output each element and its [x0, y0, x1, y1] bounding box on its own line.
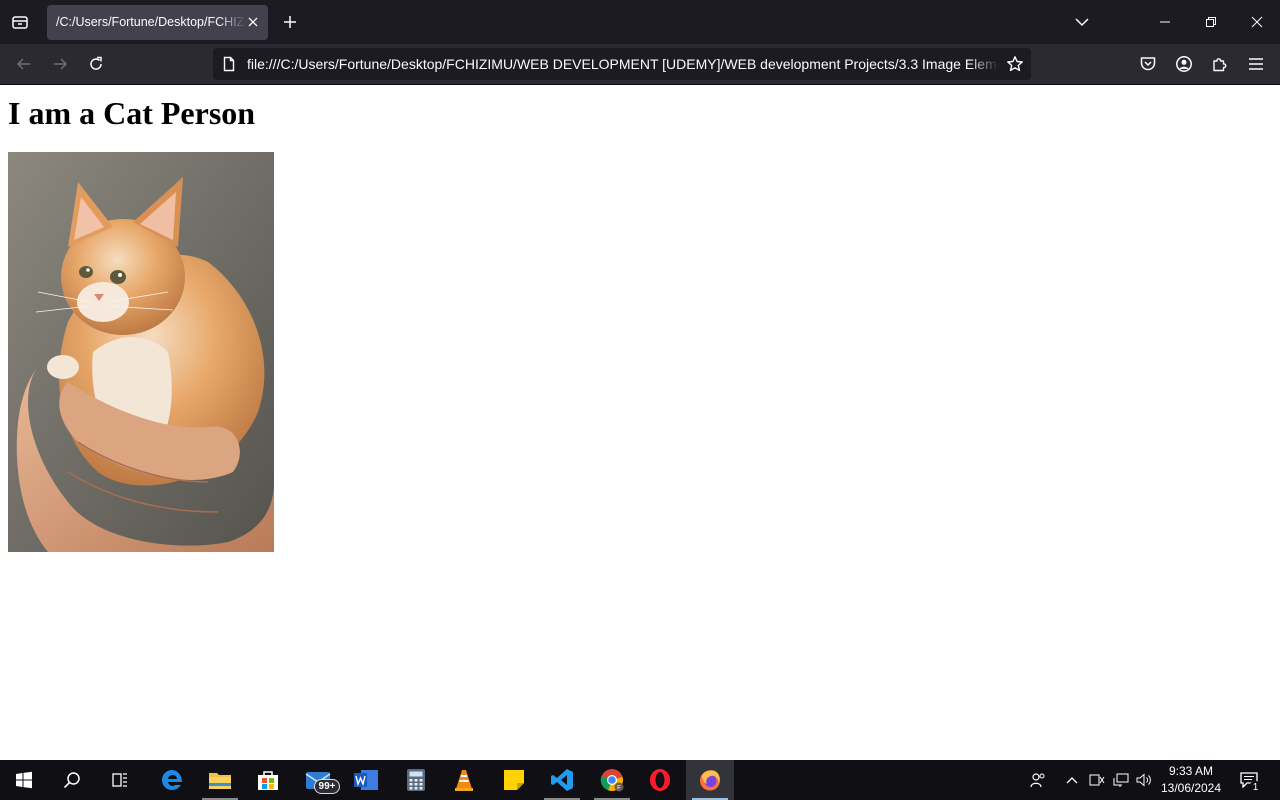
calculator-app[interactable] [392, 760, 440, 800]
taskbar-clock[interactable]: 9:33 AM 13/06/2024 [1156, 763, 1226, 797]
opera-icon [650, 769, 670, 791]
puzzle-icon [1213, 58, 1227, 72]
close-window-button[interactable] [1234, 0, 1280, 44]
extensions-button[interactable] [1204, 48, 1236, 80]
network-icon [1113, 773, 1129, 787]
minimize-button[interactable] [1142, 0, 1188, 44]
chrome-app[interactable]: F [588, 760, 636, 800]
restore-button[interactable] [1188, 0, 1234, 44]
volume-indicator[interactable] [1133, 760, 1155, 800]
tab-title: /C:/Users/Fortune/Desktop/FCHIZIMU [56, 15, 246, 29]
file-explorer-app[interactable] [196, 760, 244, 800]
edge-app[interactable] [148, 760, 196, 800]
sticky-note-icon [504, 770, 524, 790]
taskbar: F 9:33 AM 13/06/2024 [0, 760, 1280, 800]
action-center-button[interactable] [1232, 760, 1266, 800]
reload-icon [90, 56, 102, 70]
account-icon [1176, 56, 1192, 72]
reload-button[interactable] [80, 48, 112, 80]
keyboard-icon [1089, 774, 1105, 786]
list-all-tabs-button[interactable] [0, 0, 40, 44]
word-icon [354, 770, 378, 790]
url-text[interactable]: file:///C:/Users/Fortune/Desktop/FCHIZIM… [247, 48, 999, 80]
firefox-app[interactable] [686, 760, 734, 800]
close-tab-button[interactable] [246, 15, 260, 29]
windows-icon [16, 771, 32, 789]
edge-icon [162, 770, 182, 790]
network-indicator[interactable] [1110, 760, 1132, 800]
people-icon [1030, 773, 1045, 788]
cat-photo [8, 152, 274, 552]
star-icon [1007, 56, 1023, 72]
chevron-down-icon [1075, 18, 1089, 27]
hamburger-icon [1249, 58, 1263, 70]
task-view-button[interactable] [96, 760, 144, 800]
chevron-up-icon [1066, 777, 1078, 784]
account-button[interactable] [1168, 48, 1200, 80]
minimize-icon [1160, 21, 1170, 23]
pocket-icon [1140, 57, 1156, 71]
sticky-notes-app[interactable] [490, 760, 538, 800]
bookmark-star-button[interactable] [1005, 54, 1025, 74]
navigation-toolbar: file:///C:/Users/Fortune/Desktop/FCHIZIM… [0, 44, 1280, 85]
clock-date: 13/06/2024 [1160, 781, 1222, 795]
new-tab-button[interactable] [278, 10, 302, 34]
speaker-icon [1136, 773, 1151, 787]
clock-time: 9:33 AM [1168, 764, 1214, 778]
mail-unread-badge: 99+ [314, 779, 340, 794]
back-button[interactable] [8, 48, 40, 80]
firefox-icon [700, 770, 720, 791]
calculator-icon [407, 769, 425, 791]
app-menu-button[interactable] [1240, 48, 1272, 80]
close-icon [1251, 16, 1263, 28]
vscode-icon [551, 769, 573, 791]
arrow-right-icon [54, 58, 68, 70]
page-content: I am a Cat Person [0, 85, 1280, 760]
word-app[interactable] [342, 760, 390, 800]
opera-app[interactable] [636, 760, 684, 800]
show-hidden-icons-button[interactable] [1060, 760, 1084, 800]
store-app[interactable] [244, 760, 292, 800]
task-view-icon [112, 773, 127, 787]
vlc-app[interactable] [440, 760, 488, 800]
plus-icon [284, 16, 296, 28]
folder-icon [209, 773, 231, 789]
pocket-button[interactable] [1132, 48, 1164, 80]
active-tab[interactable]: /C:/Users/Fortune/Desktop/FCHIZIMU [47, 5, 268, 40]
vscode-app[interactable] [538, 760, 586, 800]
list-tabs-menu-button[interactable] [1070, 10, 1094, 34]
file-icon[interactable] [221, 56, 237, 72]
forward-button[interactable] [44, 48, 76, 80]
search-icon [63, 772, 80, 789]
vlc-icon [455, 770, 473, 791]
chrome-icon: F [600, 769, 624, 792]
page-heading: I am a Cat Person [8, 95, 256, 131]
address-bar[interactable]: file:///C:/Users/Fortune/Desktop/FCHIZIM… [213, 48, 1031, 80]
tab-list-icon [12, 16, 28, 29]
people-button[interactable] [1024, 760, 1052, 800]
store-icon [258, 771, 278, 790]
restore-icon [1206, 17, 1216, 27]
search-button[interactable] [48, 760, 96, 800]
input-indicator[interactable] [1086, 760, 1108, 800]
close-icon [248, 17, 258, 27]
arrow-left-icon [16, 58, 30, 70]
start-button[interactable] [0, 760, 48, 800]
svg-text:F: F [617, 786, 621, 792]
notification-count-badge: 1 [1249, 781, 1262, 794]
tab-strip: /C:/Users/Fortune/Desktop/FCHIZIMU [0, 0, 1280, 44]
